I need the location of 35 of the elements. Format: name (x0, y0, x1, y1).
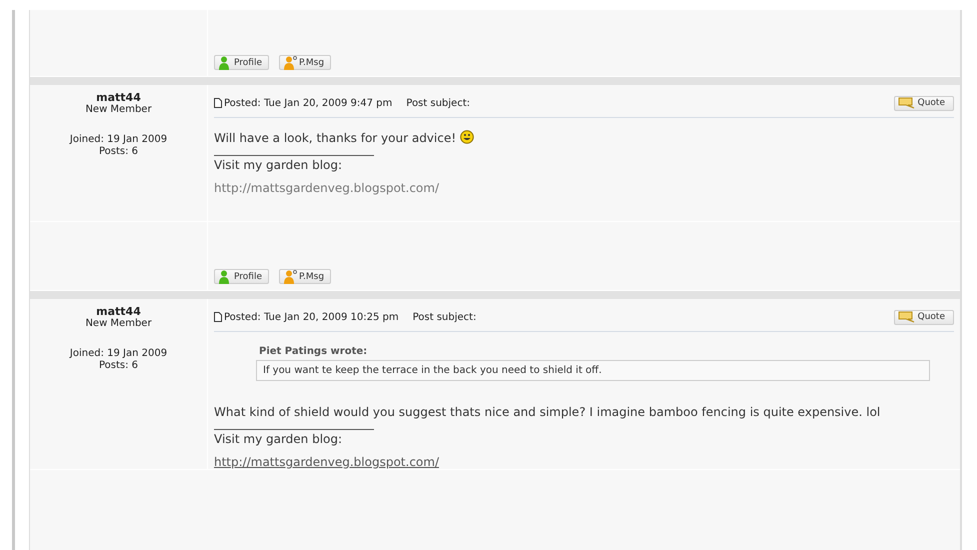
author-name: matt44 (96, 305, 141, 318)
author-name: matt44 (96, 91, 141, 104)
message-button[interactable]: P.Msg (278, 269, 332, 284)
person-icon (218, 56, 232, 70)
smiley-icon (460, 130, 474, 144)
quote-button[interactable]: Quote (894, 310, 954, 324)
join-date: Joined: 19 Jan 2009 (70, 348, 168, 360)
signature-text: Visit my garden blog: (214, 158, 344, 172)
person-icon (282, 56, 297, 70)
post-text: Will have a look, thanks for your advice! (214, 130, 914, 145)
profile-button[interactable]: Profile (214, 269, 269, 284)
signature-text: Visit my garden blog: (214, 432, 344, 446)
post-text: What kind of shield would you suggest thats nice and simple? I imagine bamboo fencing is quite expensive. lol (214, 405, 882, 419)
person-icon (218, 270, 232, 284)
speech-bubble-icon (898, 97, 916, 109)
post-count: Posts: 6 (98, 360, 138, 372)
speech-bubble-icon (898, 311, 916, 323)
subject-label: Post subject: (412, 312, 476, 322)
quote-button[interactable]: Quote (894, 96, 954, 110)
quoted-text: If you want te keep the terrace in the back you need to shield it off. (256, 360, 930, 381)
post-date: Posted: Tue Jan 20, 2009 10:25 pm (224, 312, 399, 322)
blog-link[interactable]: http://mattsgardenveg.blogspot.com/ (214, 181, 439, 195)
quote-author: Piet Patings wrote: (259, 346, 368, 357)
profile-button[interactable]: Profile (214, 55, 269, 70)
person-icon (282, 270, 297, 284)
post-count: Posts: 6 (98, 146, 138, 158)
join-date: Joined: 19 Jan 2009 (70, 134, 168, 146)
post-date: Posted: Tue Jan 20, 2009 9:47 pm (224, 98, 392, 108)
message-button[interactable]: P.Msg (278, 55, 332, 70)
member-rank: New Member (85, 104, 152, 116)
member-rank: New Member (85, 318, 152, 330)
blog-link[interactable]: http://mattsgardenveg.blogspot.com/ (214, 455, 439, 469)
document-icon (214, 98, 222, 108)
document-icon (214, 312, 222, 322)
subject-label: Post subject: (406, 98, 470, 108)
